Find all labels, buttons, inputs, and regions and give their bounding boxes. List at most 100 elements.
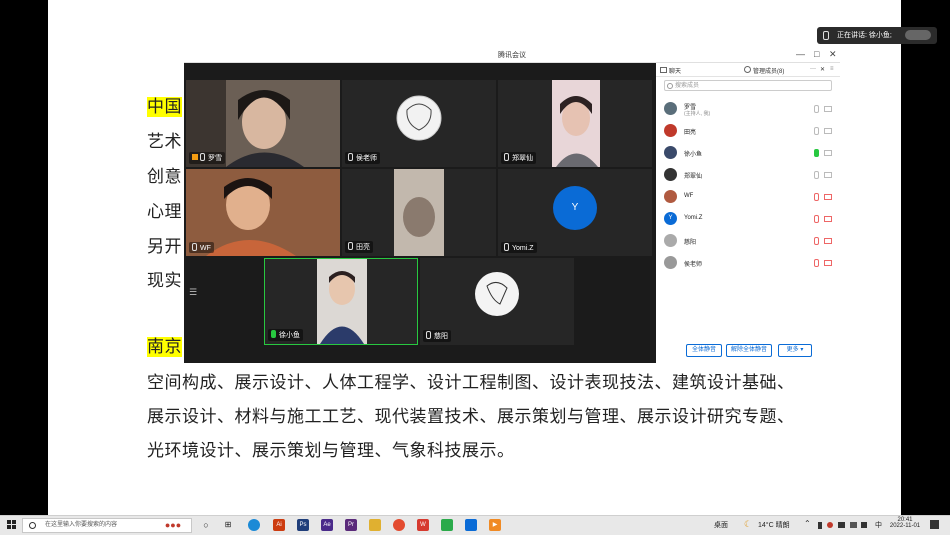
microphone-icon[interactable] — [814, 127, 819, 135]
camera-icon[interactable] — [824, 194, 832, 200]
microphone-icon[interactable] — [814, 171, 819, 179]
avatar: Y — [664, 212, 677, 225]
doc-line: 空间构成、展示设计、人体工程学、设计工程制图、设计表现技法、建筑设计基础、 — [147, 373, 795, 393]
doc-line: 另开 — [147, 237, 182, 257]
microphone-icon[interactable] — [814, 259, 819, 267]
maximize-icon[interactable]: □ — [814, 49, 819, 59]
tab-chat[interactable]: 聊天 — [660, 66, 681, 75]
member-row[interactable]: 郑翠仙 — [664, 167, 832, 183]
wps-icon[interactable]: W — [417, 519, 429, 531]
doc-line: 心理 — [147, 202, 182, 222]
illustrator-icon[interactable]: Ai — [273, 519, 285, 531]
doc-line: 中国 — [147, 97, 182, 117]
notification-icon[interactable] — [930, 520, 939, 529]
microphone-icon[interactable] — [814, 215, 819, 223]
wechat-icon[interactable] — [441, 519, 453, 531]
task-view-icon[interactable]: ⊞ — [222, 519, 234, 531]
camera-icon[interactable] — [824, 238, 832, 244]
speaking-text: 正在讲话: 徐小鱼; — [837, 32, 892, 39]
chat-icon — [660, 67, 667, 73]
member-row[interactable]: 徐小鱼 — [664, 145, 832, 161]
meeting-titlebar: 腾讯会议 — □ ✕ — [184, 47, 840, 63]
unmute-all-button[interactable]: 解除全体静音 — [726, 344, 772, 357]
more-icon[interactable]: ··· — [810, 66, 816, 72]
close-icon[interactable]: ✕ — [829, 49, 837, 60]
avatar — [664, 102, 677, 115]
members-icon — [744, 66, 751, 73]
member-row[interactable]: 侯老师 — [664, 255, 832, 271]
member-name: 慈阳 — [684, 240, 697, 246]
clock[interactable]: 20:41 2022-11-01 — [888, 517, 922, 529]
microphone-icon[interactable] — [814, 193, 819, 201]
premiere-icon[interactable]: Pr — [345, 519, 357, 531]
video-tile-active-speaker[interactable]: 徐小鱼 — [264, 258, 418, 345]
video-tile[interactable]: 郑翠仙 — [498, 80, 652, 167]
avatar — [664, 256, 677, 269]
member-name: Yomi.Z — [684, 215, 703, 221]
tray-chevron-icon[interactable]: ⌃ — [804, 519, 811, 528]
edge-icon[interactable] — [248, 519, 260, 531]
camera-icon[interactable] — [824, 106, 832, 112]
speaking-actions[interactable] — [905, 30, 931, 40]
ime-indicator[interactable]: 中 — [875, 520, 882, 530]
avatar — [664, 190, 677, 203]
video-label: 徐小鱼 — [268, 329, 303, 341]
member-row[interactable]: 罗雪 (主持人, 我) — [664, 101, 832, 117]
mute-all-button[interactable]: 全体静音 — [686, 344, 722, 357]
desktop-label[interactable]: 桌面 — [714, 520, 728, 530]
video-tile[interactable]: 罗雪 — [186, 80, 340, 167]
tab-members[interactable]: 管理成员(8) — [744, 66, 784, 75]
windows-start-icon[interactable] — [7, 520, 17, 530]
microphone-icon[interactable] — [814, 105, 819, 113]
member-search-input[interactable]: 搜索成员 — [664, 80, 832, 91]
moon-icon: ☾ — [744, 519, 753, 529]
camera-icon[interactable] — [824, 172, 832, 178]
member-row[interactable]: Y Yomi.Z — [664, 211, 832, 227]
video-label: 郑翠仙 — [501, 152, 536, 164]
camera-icon[interactable] — [824, 216, 832, 222]
media-player-icon[interactable]: ▶ — [489, 519, 501, 531]
member-name: WF — [684, 193, 694, 199]
host-icon — [192, 154, 198, 160]
taskbar: 在这里输入你要搜索的内容 ●●● ○ ⊞ Ai Ps Ae Pr W ▶ 桌面 … — [0, 515, 950, 535]
video-label: Yomi.Z — [501, 242, 537, 253]
camera-icon[interactable] — [824, 150, 832, 156]
camera-icon[interactable] — [824, 260, 832, 266]
video-label: 慈阳 — [423, 330, 451, 342]
more-button[interactable]: 更多 ▾ — [778, 344, 812, 357]
search-icon — [29, 522, 36, 529]
tencent-meeting-icon[interactable] — [465, 519, 477, 531]
camera-icon[interactable] — [824, 128, 832, 134]
panel-menu-icon[interactable]: ≡ — [830, 66, 834, 72]
chrome-icon[interactable] — [393, 519, 405, 531]
speaking-indicator[interactable]: 正在讲话: 徐小鱼; — [817, 27, 937, 44]
video-tile[interactable]: 侯老师 — [342, 80, 496, 167]
grid-menu-icon[interactable]: ☰ — [189, 287, 197, 298]
member-role: (主持人, 我) — [684, 111, 711, 117]
meeting-title: 腾讯会议 — [498, 52, 526, 59]
close-panel-icon[interactable]: ✕ — [820, 66, 825, 73]
member-row[interactable]: 慈阳 — [664, 233, 832, 249]
minimize-icon[interactable]: — — [796, 49, 805, 59]
video-tile[interactable]: Y Yomi.Z — [498, 169, 652, 256]
video-tile[interactable]: 田亮 — [342, 169, 496, 256]
member-panel: 聊天 管理成员(8) ··· ✕ ≡ 搜索成员 罗雪 (主持人, 我) 田亮徐小鱼郑… — [656, 63, 840, 363]
member-row[interactable]: 田亮 — [664, 123, 832, 139]
avatar — [664, 124, 677, 137]
video-tile[interactable]: WF — [186, 169, 340, 256]
after-effects-icon[interactable]: Ae — [321, 519, 333, 531]
video-label: 田亮 — [345, 241, 373, 253]
system-tray-icons[interactable] — [818, 520, 868, 530]
member-name: 侯老师 — [684, 262, 703, 268]
halloween-icon[interactable]: ●●● — [157, 519, 189, 531]
video-label: 侯老师 — [345, 152, 380, 164]
microphone-icon[interactable] — [814, 149, 819, 157]
video-tile[interactable]: 慈阳 — [420, 258, 574, 345]
file-explorer-icon[interactable] — [369, 519, 381, 531]
cortana-icon[interactable]: ○ — [200, 519, 212, 531]
photoshop-icon[interactable]: Ps — [297, 519, 309, 531]
member-row[interactable]: WF — [664, 189, 832, 205]
microphone-icon — [823, 31, 829, 40]
weather-text[interactable]: 14°C 晴朗 — [758, 520, 790, 530]
microphone-icon[interactable] — [814, 237, 819, 245]
